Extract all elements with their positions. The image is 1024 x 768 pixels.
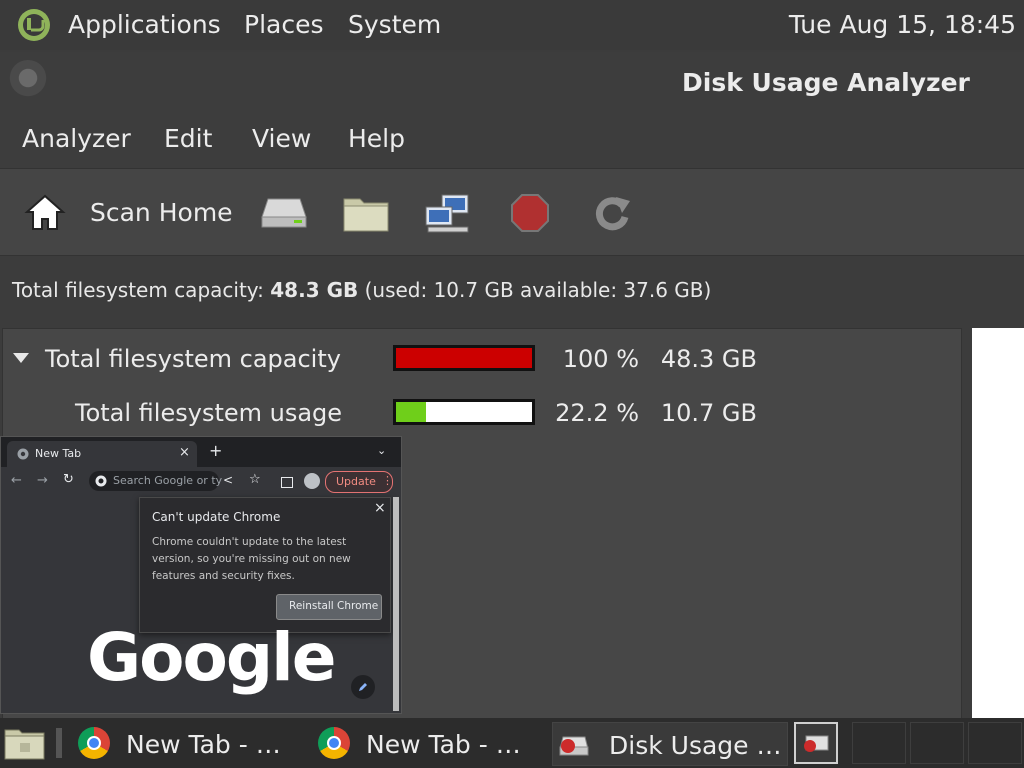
- workspace-3[interactable]: [910, 722, 964, 764]
- usage-bar-fill: [396, 402, 427, 422]
- popup-body: Chrome couldn't update to the latest ver…: [152, 536, 351, 582]
- taskbar-label: New Tab - …: [126, 730, 281, 759]
- update-error-popup: Can't update Chrome × Chrome couldn't up…: [139, 497, 391, 633]
- row-name-capacity[interactable]: Total filesystem capacity: [45, 345, 341, 373]
- chrome-tabstrip: New Tab × + ⌄: [1, 437, 401, 467]
- drive-icon[interactable]: [260, 195, 308, 229]
- update-label: Update: [336, 475, 376, 488]
- row-percent-capacity: 100 %: [562, 345, 639, 373]
- chrome-update-button[interactable]: Update ⋮: [325, 471, 393, 493]
- refresh-icon[interactable]: [592, 193, 632, 233]
- workspace-1[interactable]: [794, 722, 838, 764]
- taskbar-label: Disk Usage …: [609, 731, 782, 760]
- home-icon[interactable]: [24, 193, 66, 233]
- chrome-tab[interactable]: New Tab ×: [7, 441, 197, 467]
- taskbar-item-chrome-2[interactable]: New Tab - …: [312, 722, 540, 764]
- reload-icon[interactable]: ↻: [63, 472, 74, 487]
- capacity-total: 48.3 GB: [270, 278, 359, 302]
- google-g-icon: [95, 475, 107, 487]
- profile-avatar[interactable]: [304, 473, 320, 489]
- popup-title: Can't update Chrome: [152, 510, 281, 524]
- tab-close-icon[interactable]: ×: [179, 445, 190, 460]
- taskbar: New Tab - … New Tab - … Disk Usage …: [0, 718, 1024, 768]
- chrome-omnibox[interactable]: Search Google or ty: [89, 471, 223, 491]
- chrome-scrollbar[interactable]: [393, 497, 399, 711]
- capacity-prefix: Total filesystem capacity:: [12, 278, 271, 302]
- capacity-details: (used: 10.7 GB available: 37.6 GB): [358, 278, 712, 302]
- workspace-4[interactable]: [968, 722, 1022, 764]
- capacity-bar-fill: [396, 348, 532, 368]
- system-menu[interactable]: System: [348, 10, 441, 39]
- taskbar-item-disk-usage[interactable]: Disk Usage …: [552, 722, 788, 766]
- taskbar-item-chrome-1[interactable]: New Tab - …: [72, 722, 300, 764]
- back-icon[interactable]: ←: [11, 473, 22, 488]
- chrome-tab-title: New Tab: [35, 447, 82, 460]
- omnibox-placeholder: Search Google or ty: [113, 474, 223, 487]
- stop-icon[interactable]: [510, 193, 550, 233]
- chart-pane[interactable]: [972, 328, 1024, 718]
- forward-icon[interactable]: →: [37, 473, 48, 488]
- menu-help[interactable]: Help: [348, 124, 405, 153]
- chrome-favicon-icon: [17, 448, 29, 460]
- row-size-capacity: 48.3 GB: [660, 345, 757, 373]
- row-percent-usage: 22.2 %: [555, 399, 639, 427]
- clock[interactable]: Tue Aug 15, 18:45: [789, 10, 1016, 39]
- folder-icon[interactable]: [342, 193, 390, 233]
- customize-pencil-icon[interactable]: [351, 675, 375, 699]
- chrome-window-preview[interactable]: New Tab × + ⌄ ← → ↻ Search Google or ty …: [0, 436, 402, 714]
- top-panel: Applications Places System Tue Aug 15, 1…: [0, 0, 1024, 50]
- applications-menu[interactable]: Applications: [68, 10, 221, 39]
- google-logo: Google: [87, 619, 336, 696]
- window-menu-icon[interactable]: [8, 60, 48, 100]
- kebab-menu-icon[interactable]: ⋮: [382, 474, 393, 487]
- share-icon[interactable]: <: [223, 473, 233, 487]
- menu-edit[interactable]: Edit: [164, 124, 212, 153]
- window-titlebar[interactable]: Disk Usage Analyzer: [0, 52, 1024, 112]
- mint-logo-icon[interactable]: [16, 7, 52, 43]
- network-icon[interactable]: [424, 193, 472, 235]
- new-tab-button[interactable]: +: [209, 441, 222, 460]
- show-desktop-icon[interactable]: [4, 726, 46, 760]
- usage-bar: [393, 399, 535, 425]
- menu-view[interactable]: View: [252, 124, 311, 153]
- tab-search-chevron-icon[interactable]: ⌄: [377, 444, 386, 457]
- taskbar-separator: [56, 728, 62, 758]
- reinstall-chrome-label: Reinstall Chrome: [289, 600, 379, 612]
- row-name-usage[interactable]: Total filesystem usage: [75, 399, 342, 427]
- workspace-window-icon: [804, 735, 829, 752]
- chrome-icon: [78, 727, 110, 759]
- popup-close-icon[interactable]: ×: [374, 500, 386, 516]
- capacity-bar: [393, 345, 535, 371]
- row-size-usage: 10.7 GB: [660, 399, 757, 427]
- taskbar-label: New Tab - …: [366, 730, 521, 759]
- menu-analyzer[interactable]: Analyzer: [22, 124, 131, 153]
- scan-home-button[interactable]: Scan Home: [90, 198, 233, 227]
- window-title: Disk Usage Analyzer: [682, 68, 970, 97]
- disk-usage-icon: [559, 736, 589, 756]
- side-panel-icon[interactable]: [281, 477, 293, 488]
- places-menu[interactable]: Places: [244, 10, 324, 39]
- chrome-icon: [318, 727, 350, 759]
- toolbar: Scan Home: [0, 168, 1024, 256]
- expander-down-icon[interactable]: [11, 351, 31, 365]
- workspace-2[interactable]: [852, 722, 906, 764]
- menubar: Analyzer Edit View Help: [0, 112, 1024, 168]
- capacity-summary: Total filesystem capacity: 48.3 GB (used…: [12, 278, 711, 302]
- bookmark-star-icon[interactable]: ☆: [249, 472, 261, 487]
- reinstall-chrome-button[interactable]: Reinstall Chrome: [276, 594, 382, 620]
